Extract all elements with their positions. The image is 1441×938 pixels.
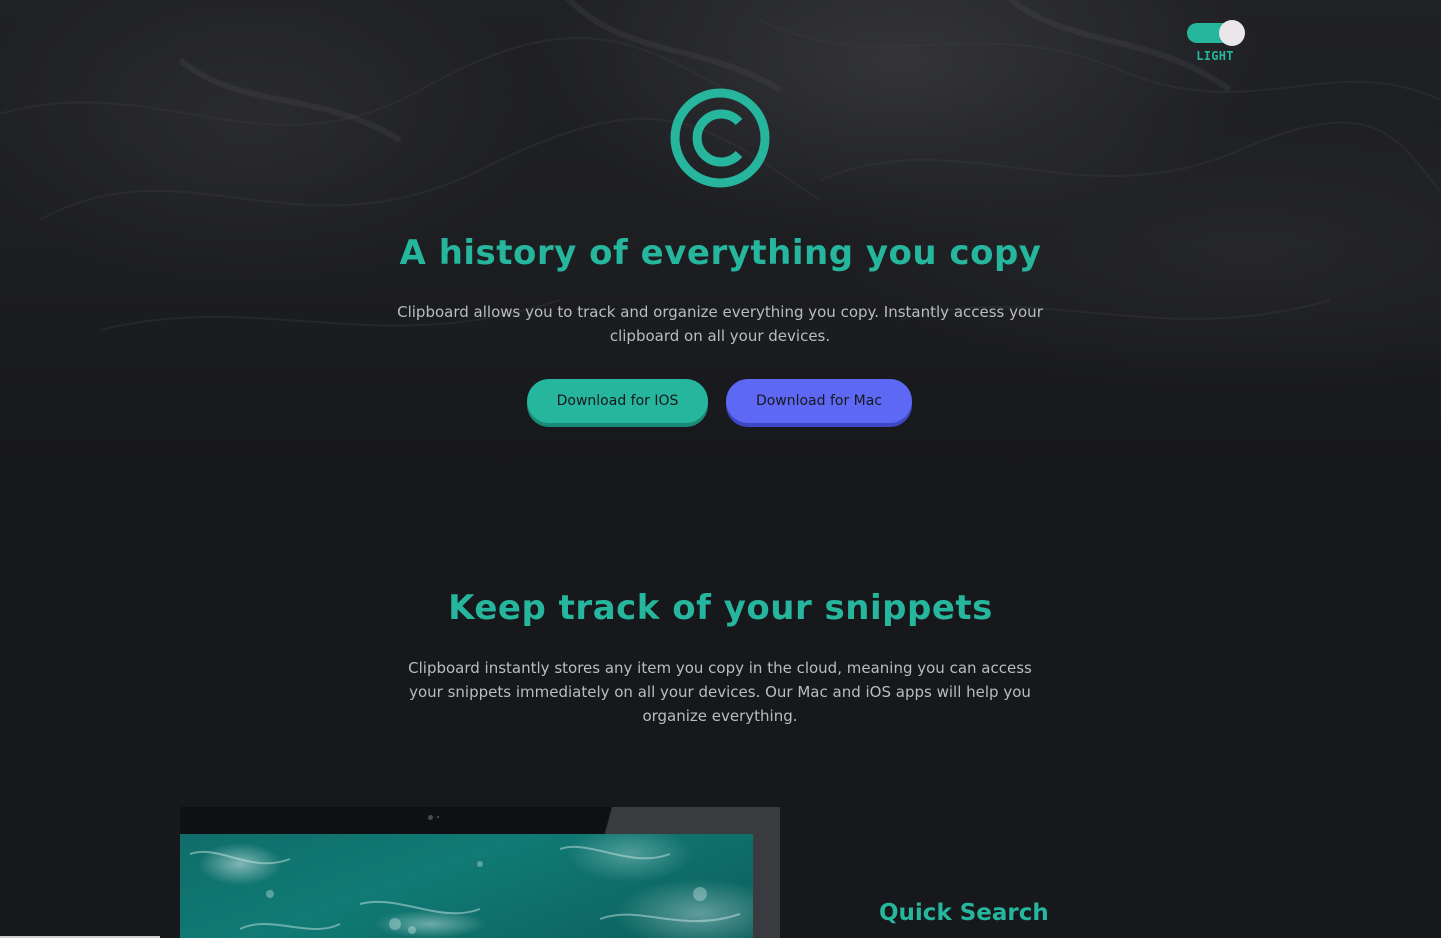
copyright-circle-icon <box>670 88 770 188</box>
device-screen-image <box>180 834 753 938</box>
theme-toggle-label: LIGHT <box>1196 49 1234 63</box>
hero-description: Clipboard allows you to track and organi… <box>397 303 1043 345</box>
page: LIGHT A history of everything you copy C… <box>0 0 1441 938</box>
snippets-title: Keep track of your snippets <box>448 588 993 628</box>
hero-title: A history of everything you copy <box>399 233 1042 273</box>
download-mac-button[interactable]: Download for Mac <box>726 379 912 423</box>
device-mockup <box>180 807 780 938</box>
feature-title-quick-search: Quick Search <box>879 900 1049 926</box>
camera-indicator <box>437 816 439 818</box>
device-bezel <box>180 807 780 835</box>
download-ios-button[interactable]: Download for IOS <box>527 379 708 423</box>
snippets-description: Clipboard instantly stores any item you … <box>408 659 1032 725</box>
toggle-knob <box>1219 20 1245 46</box>
theme-toggle[interactable] <box>1187 20 1245 46</box>
camera-icon <box>428 815 433 820</box>
